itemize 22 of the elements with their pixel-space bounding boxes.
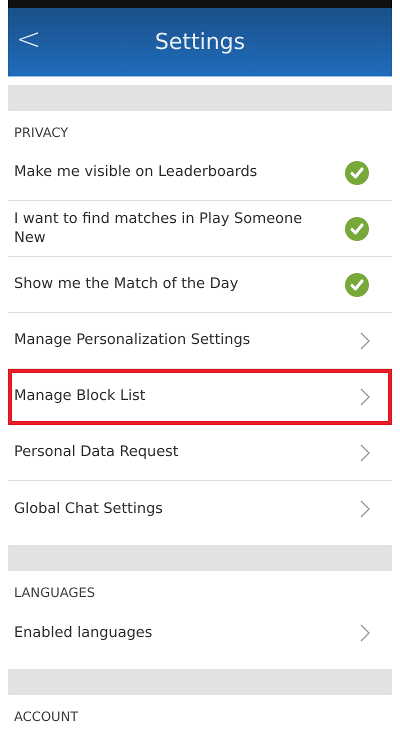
row-label: Make me visible on Leaderboards bbox=[14, 163, 258, 182]
window-title: Settings bbox=[154, 30, 246, 54]
row-label: Enabled languages bbox=[14, 624, 152, 642]
row-label: Manage Block List bbox=[14, 387, 146, 406]
row-label: Personal Data Request bbox=[14, 443, 178, 462]
chevron-icon bbox=[360, 444, 370, 462]
back-button[interactable]: < bbox=[12, 22, 46, 57]
settings-row[interactable]: Manage Block List bbox=[8, 369, 392, 425]
checkmark-icon[interactable] bbox=[344, 272, 370, 298]
checkmark-icon[interactable] bbox=[344, 160, 370, 186]
section-title: PRIVACY bbox=[13, 125, 70, 143]
section-title: ACCOUNT bbox=[13, 709, 80, 727]
row-label: Global Chat Settings bbox=[14, 500, 163, 518]
chevron-icon bbox=[360, 388, 370, 406]
checkmark-icon[interactable] bbox=[344, 216, 370, 242]
row-label: Manage Personalization Settings bbox=[14, 331, 250, 350]
section-title: LANGUAGES bbox=[13, 585, 96, 603]
row-label: I want to find matches in Play Someone New bbox=[14, 210, 304, 248]
row-label: Show me the Match of the Day bbox=[14, 275, 238, 294]
chevron-icon bbox=[360, 500, 370, 518]
chevron-icon bbox=[360, 332, 370, 350]
chevron-icon bbox=[360, 624, 370, 642]
